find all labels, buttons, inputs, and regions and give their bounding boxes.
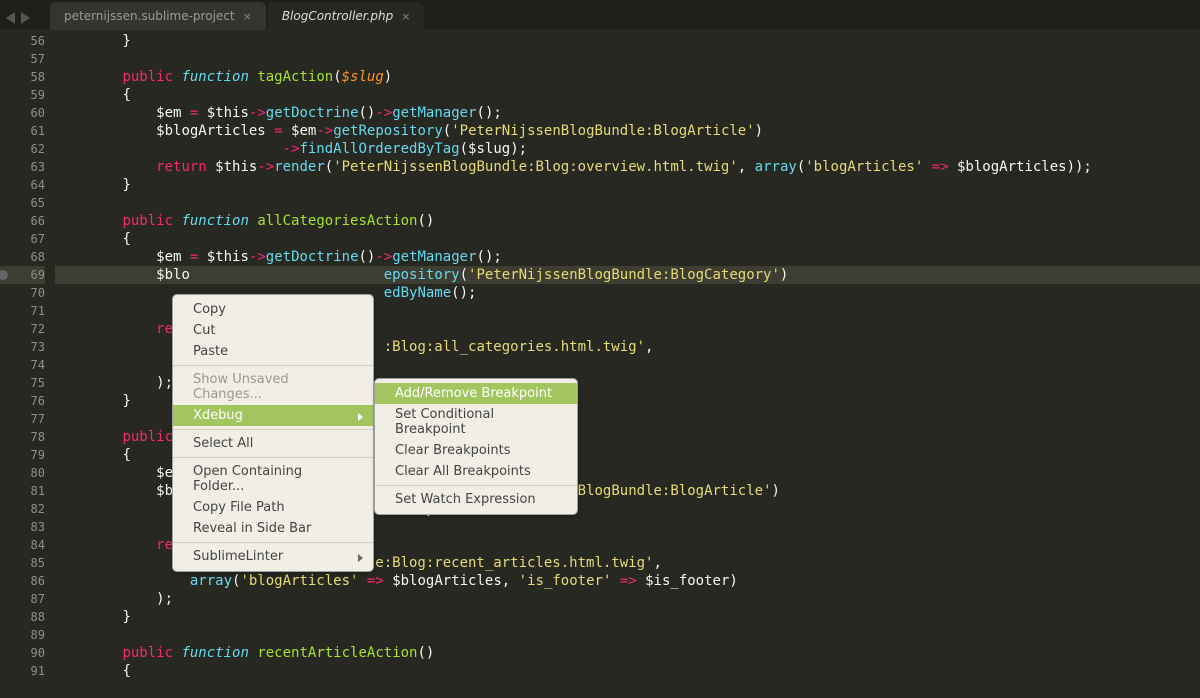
- tab-label: BlogController.php: [282, 9, 393, 23]
- line-number[interactable]: 69: [0, 266, 45, 284]
- menu-item-sublimelinter[interactable]: SublimeLinter: [173, 546, 373, 567]
- line-number[interactable]: 82: [0, 500, 45, 518]
- line-number[interactable]: 65: [0, 194, 45, 212]
- chevron-right-icon: [358, 413, 363, 421]
- code-line[interactable]: );: [55, 590, 1200, 608]
- menu-item-set-watch-expression[interactable]: Set Watch Expression: [375, 489, 577, 510]
- code-line[interactable]: }: [55, 176, 1200, 194]
- line-number[interactable]: 85: [0, 554, 45, 572]
- menu-separator: [375, 485, 577, 486]
- menu-item-copy[interactable]: Copy: [173, 299, 373, 320]
- tab-label: peternijssen.sublime-project: [64, 9, 235, 23]
- menu-item-add-remove-breakpoint[interactable]: Add/Remove Breakpoint: [375, 383, 577, 404]
- line-number[interactable]: 58: [0, 68, 45, 86]
- code-line[interactable]: [55, 194, 1200, 212]
- line-number[interactable]: 60: [0, 104, 45, 122]
- line-number[interactable]: 83: [0, 518, 45, 536]
- menu-item-show-unsaved-changes: Show Unsaved Changes...: [173, 369, 373, 405]
- code-line[interactable]: [55, 680, 1200, 698]
- line-number[interactable]: 88: [0, 608, 45, 626]
- line-number[interactable]: 59: [0, 86, 45, 104]
- code-line[interactable]: public function recentArticleAction(): [55, 644, 1200, 662]
- menu-item-reveal-in-side-bar[interactable]: Reveal in Side Bar: [173, 518, 373, 539]
- line-number[interactable]: 67: [0, 230, 45, 248]
- code-line[interactable]: $blo epository('PeterNijssenBlogBundle:B…: [55, 266, 1200, 284]
- line-number[interactable]: 56: [0, 32, 45, 50]
- context-menu: CopyCutPaste Show Unsaved Changes...Xdebu…: [172, 294, 374, 572]
- line-number[interactable]: 75: [0, 374, 45, 392]
- menu-separator: [173, 429, 373, 430]
- code-line[interactable]: return $this->render('PeterNijssenBlogBu…: [55, 158, 1200, 176]
- menu-item-open-containing-folder[interactable]: Open Containing Folder...: [173, 461, 373, 497]
- line-number[interactable]: 62: [0, 140, 45, 158]
- close-icon[interactable]: ×: [243, 10, 252, 23]
- line-number[interactable]: 63: [0, 158, 45, 176]
- xdebug-submenu: Add/Remove BreakpointSet Conditional Bre…: [374, 378, 578, 515]
- line-number[interactable]: 80: [0, 464, 45, 482]
- menu-separator: [173, 542, 373, 543]
- tab-0[interactable]: peternijssen.sublime-project ×: [50, 2, 266, 30]
- line-number[interactable]: 91: [0, 662, 45, 680]
- line-number[interactable]: 76: [0, 392, 45, 410]
- line-number[interactable]: 57: [0, 50, 45, 68]
- code-line[interactable]: {: [55, 230, 1200, 248]
- code-line[interactable]: ->findAllOrderedByTag($slug);: [55, 140, 1200, 158]
- code-line[interactable]: }: [55, 32, 1200, 50]
- code-line[interactable]: public function allCategoriesAction(): [55, 212, 1200, 230]
- nav-back-icon[interactable]: [6, 12, 15, 24]
- code-line[interactable]: public function tagAction($slug): [55, 68, 1200, 86]
- menu-item-paste[interactable]: Paste: [173, 341, 373, 362]
- close-icon[interactable]: ×: [401, 10, 410, 23]
- line-number[interactable]: 68: [0, 248, 45, 266]
- line-number[interactable]: 73: [0, 338, 45, 356]
- menu-item-clear-breakpoints[interactable]: Clear Breakpoints: [375, 440, 577, 461]
- line-number[interactable]: 84: [0, 536, 45, 554]
- menu-item-xdebug[interactable]: Xdebug: [173, 405, 373, 426]
- menu-item-cut[interactable]: Cut: [173, 320, 373, 341]
- menu-item-copy-file-path[interactable]: Copy File Path: [173, 497, 373, 518]
- code-line[interactable]: $em = $this->getDoctrine()->getManager()…: [55, 104, 1200, 122]
- code-line[interactable]: {: [55, 86, 1200, 104]
- line-number[interactable]: 90: [0, 644, 45, 662]
- code-line[interactable]: $blogArticles = $em->getRepository('Pete…: [55, 122, 1200, 140]
- nav-forward-icon[interactable]: [21, 12, 30, 24]
- code-line[interactable]: $em = $this->getDoctrine()->getManager()…: [55, 248, 1200, 266]
- line-number[interactable]: 87: [0, 590, 45, 608]
- tab-history-nav: [6, 12, 30, 24]
- code-line[interactable]: }: [55, 608, 1200, 626]
- menu-item-select-all[interactable]: Select All: [173, 433, 373, 454]
- menu-separator: [173, 365, 373, 366]
- tab-bar: peternijssen.sublime-project×BlogControl…: [50, 0, 1200, 30]
- line-number[interactable]: 77: [0, 410, 45, 428]
- menu-item-set-conditional-breakpoint[interactable]: Set Conditional Breakpoint: [375, 404, 577, 440]
- code-line[interactable]: [55, 50, 1200, 68]
- menu-separator: [173, 457, 373, 458]
- code-line[interactable]: {: [55, 662, 1200, 680]
- code-line[interactable]: [55, 626, 1200, 644]
- line-number[interactable]: 71: [0, 302, 45, 320]
- code-line[interactable]: array('blogArticles' => $blogArticles, '…: [55, 572, 1200, 590]
- line-number[interactable]: 64: [0, 176, 45, 194]
- line-number[interactable]: 74: [0, 356, 45, 374]
- breakpoint-icon[interactable]: [0, 270, 8, 280]
- line-number[interactable]: 79: [0, 446, 45, 464]
- line-number-gutter: 5657585960616263646566676869707172737475…: [0, 30, 55, 677]
- line-number[interactable]: 78: [0, 428, 45, 446]
- menu-item-clear-all-breakpoints[interactable]: Clear All Breakpoints: [375, 461, 577, 482]
- line-number[interactable]: 81: [0, 482, 45, 500]
- line-number[interactable]: 66: [0, 212, 45, 230]
- line-number[interactable]: 72: [0, 320, 45, 338]
- line-number[interactable]: 70: [0, 284, 45, 302]
- line-number[interactable]: 89: [0, 626, 45, 644]
- tab-1[interactable]: BlogController.php ×: [268, 2, 425, 30]
- line-number[interactable]: 61: [0, 122, 45, 140]
- line-number[interactable]: 86: [0, 572, 45, 590]
- chevron-right-icon: [358, 554, 363, 562]
